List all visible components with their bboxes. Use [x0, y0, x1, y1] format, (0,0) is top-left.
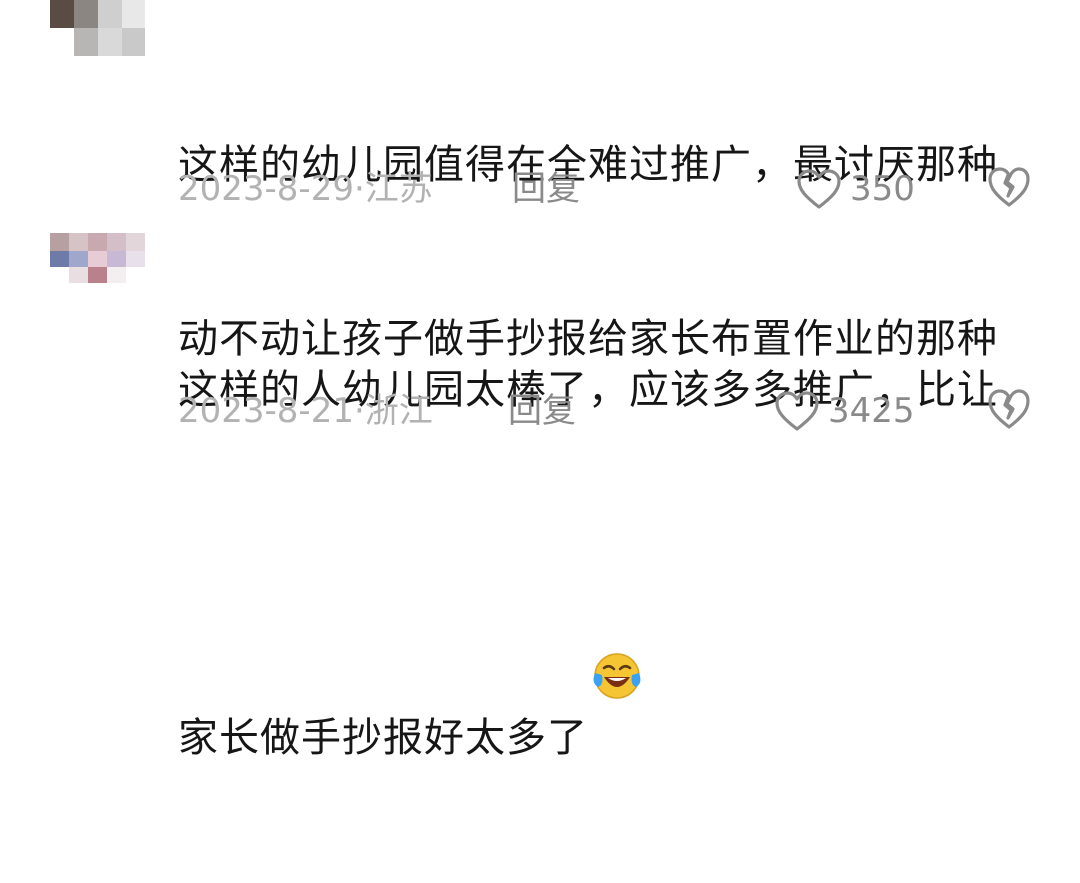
comment-meta: 2023-8-29·江苏 [178, 164, 433, 214]
comment-date: 2023-8-29 [178, 169, 354, 209]
laughing-crying-emoji-icon [592, 535, 642, 699]
comment-item: 这样的人幼儿园太棒了，应该多多推广，比让 家长做手抄报好太多了 2023-8-2… [0, 225, 1080, 761]
reply-button[interactable]: 回复 [508, 386, 576, 436]
comment-meta: 2023-8-21·浙江 [178, 386, 433, 436]
comment-item: 这样的幼儿园值得在全难过推广，最讨厌那种 动不动让孩子做手抄报给家长布置作业的那… [0, 0, 1080, 362]
comment-date: 2023-8-21 [178, 391, 354, 431]
reply-button[interactable]: 回复 [512, 164, 580, 214]
dislike-button[interactable] [986, 164, 1032, 214]
heart-outline-icon [774, 390, 820, 432]
heart-outline-icon [796, 168, 842, 210]
comment-text-line: 家长做手抄报好太多了 [178, 715, 588, 761]
like-count: 3425 [828, 391, 915, 431]
avatar[interactable] [50, 233, 145, 283]
comment-location: 浙江 [364, 391, 433, 431]
comment-location: 江苏 [364, 169, 433, 209]
broken-heart-icon [987, 166, 1031, 212]
dislike-button[interactable] [986, 386, 1032, 436]
meta-separator: · [353, 391, 365, 431]
comment-text-line-with-emoji: 家长做手抄报好太多了 [178, 535, 1048, 767]
like-button[interactable]: 350 [796, 164, 915, 214]
avatar[interactable] [50, 0, 145, 56]
broken-heart-icon [987, 388, 1031, 434]
comment-text: 这样的人幼儿园太棒了，应该多多推广，比让 家长做手抄报好太多了 [178, 245, 1048, 883]
like-button[interactable]: 3425 [774, 386, 915, 436]
like-count: 350 [850, 169, 915, 209]
meta-separator: · [353, 169, 365, 209]
